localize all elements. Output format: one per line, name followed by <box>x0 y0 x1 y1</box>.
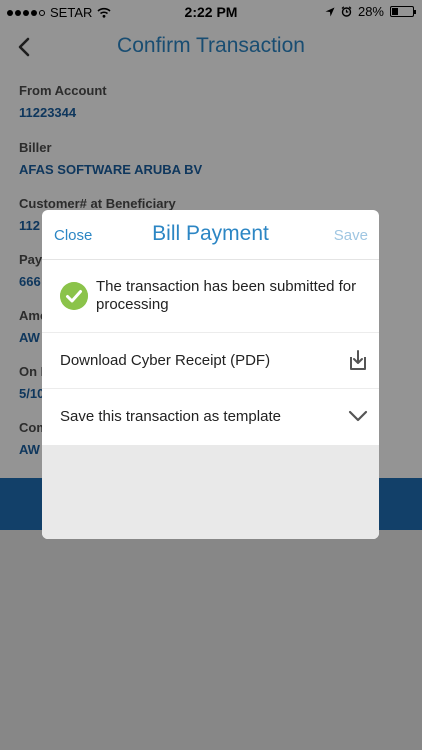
save-button[interactable]: Save <box>334 227 368 244</box>
download-receipt-label: Download Cyber Receipt (PDF) <box>60 352 271 369</box>
modal-title: Bill Payment <box>152 222 269 245</box>
download-icon[interactable] <box>347 349 369 371</box>
save-template-row[interactable]: Save this transaction as template <box>42 389 379 445</box>
download-receipt-row[interactable]: Download Cyber Receipt (PDF) <box>42 333 379 389</box>
modal-header: Close Bill Payment Save <box>42 210 379 260</box>
check-circle-icon <box>60 282 88 310</box>
modal-background-pattern <box>42 445 379 539</box>
success-row: The transaction has been submitted for p… <box>42 260 379 333</box>
save-template-label: Save this transaction as template <box>60 408 281 425</box>
success-message: The transaction has been submitted for p… <box>96 278 357 313</box>
chevron-down-icon[interactable] <box>347 405 369 427</box>
bill-payment-modal: Close Bill Payment Save The transaction … <box>42 210 379 539</box>
